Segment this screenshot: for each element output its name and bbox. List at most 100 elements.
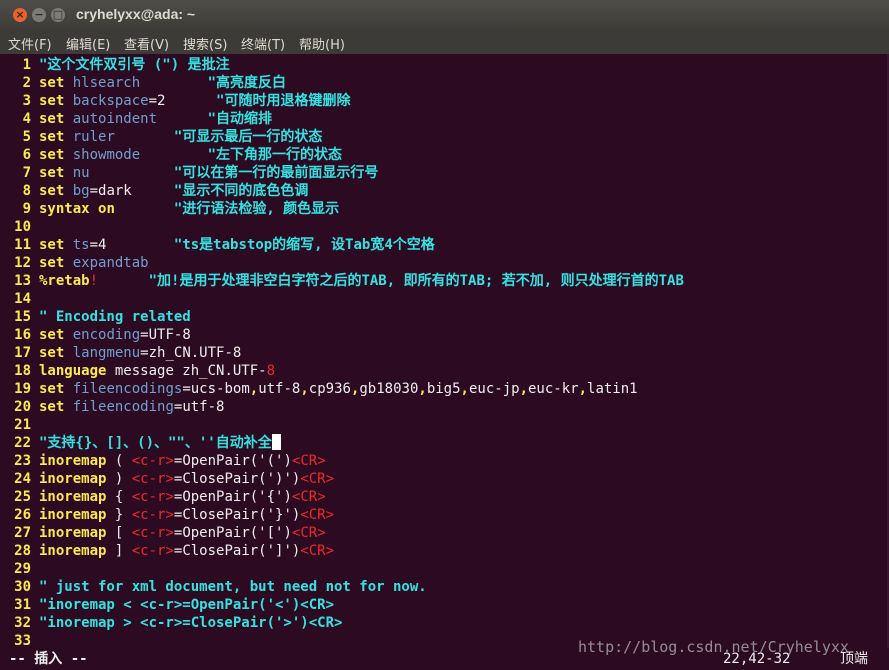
buffer-line: 7 set nu "可以在第一行的最前面显示行号	[9, 164, 379, 182]
terminal-area[interactable]: 1 "这个文件双引号 (") 是批注 2 set hlsearch "高亮度反白 3 se…	[0, 54, 889, 670]
line-number: 14	[14, 291, 31, 307]
code-token: <CR>	[291, 489, 326, 505]
code-token: ,	[249, 381, 259, 397]
code-token: set	[39, 183, 65, 199]
buffer-line: 6 set showmode "左下角那一行的状态	[9, 146, 342, 164]
code-token: =dark	[89, 183, 174, 199]
code-token: <CR>	[300, 543, 335, 559]
line-number: 20	[14, 399, 31, 415]
buffer-line: 9 syntax on "进行语法检验, 颜色显示	[9, 200, 340, 218]
code-token: "inoremap > <c-r>=ClosePair('>')<CR>	[39, 615, 343, 631]
code-token: set	[39, 165, 65, 181]
menu-help[interactable]: 帮助(H)	[299, 34, 345, 53]
menu-terminal[interactable]: 终端(T)	[241, 34, 285, 53]
menu-file[interactable]: 文件(F)	[8, 34, 52, 53]
code-token: set	[39, 147, 65, 163]
buffer-line: 32 "inoremap > <c-r>=ClosePair('>')<CR>	[9, 614, 342, 632]
line-number: 29	[14, 561, 31, 577]
line-number: 26	[14, 507, 31, 523]
code-token: set	[39, 129, 65, 145]
code-token: =UTF-8	[140, 327, 191, 343]
menu-edit[interactable]: 编辑(E)	[66, 34, 110, 53]
code-token: <c-r>	[131, 525, 174, 541]
buffer-line: 18 language message zh_CN.UTF-8	[9, 362, 275, 380]
buffer-line: 27 inoremap [ <c-r>=OpenPair('[')<CR>	[9, 524, 325, 542]
code-token: =ClosePair('}')	[173, 507, 301, 523]
window-titlebar: × − □ cryhelyxx@ada: ~	[0, 0, 889, 31]
minimize-window-button[interactable]: −	[32, 8, 46, 22]
code-token: "可显示最后一行的状态	[173, 129, 323, 145]
code-token: inoremap	[39, 489, 107, 505]
code-token: set	[39, 93, 65, 109]
line-number: 7	[22, 165, 31, 181]
code-token: "高亮度反白	[207, 75, 287, 91]
line-number: 11	[14, 237, 31, 253]
line-number: 18	[14, 363, 31, 379]
line-number: 15	[14, 309, 31, 325]
close-window-button[interactable]: ×	[13, 8, 27, 22]
code-token: ,	[418, 381, 427, 397]
buffer-line: 24 inoremap ) <c-r>=ClosePair(')')<CR>	[9, 470, 334, 488]
buffer-line: 3 set backspace=2 "可随时用退格键删除	[9, 92, 351, 110]
code-token: =utf-8	[173, 399, 225, 415]
code-token: inoremap	[39, 471, 107, 487]
line-number: 16	[14, 327, 31, 343]
code-token: =zh_CN.UTF-8	[140, 345, 242, 361]
code-token: =ClosePair(')')	[173, 471, 301, 487]
line-number: 3	[22, 93, 31, 109]
line-number: 8	[22, 183, 31, 199]
code-token: !	[89, 273, 99, 289]
code-token: (	[106, 453, 132, 469]
code-token: inoremap	[39, 525, 107, 541]
code-token: ,	[300, 381, 309, 397]
code-token: =OpenPair('(')	[173, 453, 292, 469]
line-number: 6	[22, 147, 31, 163]
code-token: set	[39, 111, 65, 127]
buffer-line: 13 %retab! "加!是用于处理非空白字符之后的TAB, 即所有的TAB; …	[9, 272, 684, 290]
line-number: 22	[14, 435, 31, 451]
line-number: 4	[22, 111, 31, 127]
line-number: 31	[14, 597, 31, 613]
buffer-line: 23 inoremap ( <c-r>=OpenPair('(')<CR>	[9, 452, 325, 470]
code-token: set	[39, 327, 65, 343]
code-token: "这个文件双引号 (") 是批注	[39, 57, 230, 73]
buffer-line: 21	[9, 416, 39, 434]
code-token: set	[39, 381, 65, 397]
code-token: set	[39, 255, 65, 271]
menu-view[interactable]: 查看(V)	[124, 34, 169, 53]
code-token: ,	[460, 381, 469, 397]
code-token: "自动缩排	[207, 111, 273, 127]
menu-search[interactable]: 搜索(S)	[183, 34, 227, 53]
maximize-window-button[interactable]: □	[51, 8, 65, 22]
buffer-line: 20 set fileencoding=utf-8	[9, 398, 224, 416]
code-token: big5	[426, 381, 461, 397]
code-token: ts	[72, 237, 90, 253]
line-number: 17	[14, 345, 31, 361]
code-token: nu	[72, 165, 90, 181]
code-token: )	[106, 471, 132, 487]
code-token: ,	[519, 381, 528, 397]
code-token: inoremap	[39, 543, 107, 559]
code-token: hlsearch	[72, 75, 141, 91]
code-token: "进行语法检验, 颜色显示	[173, 201, 340, 217]
code-token: cp936	[308, 381, 351, 397]
vim-mode-indicator: -- 插入 --	[9, 651, 88, 667]
buffer-line: 1 "这个文件双引号 (") 是批注	[9, 56, 230, 74]
window-title: cryhelyxx@ada: ~	[76, 6, 196, 22]
code-token: =4	[89, 237, 174, 253]
line-number: 13	[14, 273, 31, 289]
code-token: "可以在第一行的最前面显示行号	[173, 165, 379, 181]
code-token: "可随时用退格键删除	[216, 93, 351, 109]
watermark-url: http://blog.csdn.net/Cryhelyxx	[578, 638, 849, 656]
line-number: 21	[14, 417, 31, 433]
buffer-line: 10	[9, 218, 39, 236]
buffer-line: 19 set fileencodings=ucs-bom,utf-8,cp936,…	[9, 380, 637, 398]
